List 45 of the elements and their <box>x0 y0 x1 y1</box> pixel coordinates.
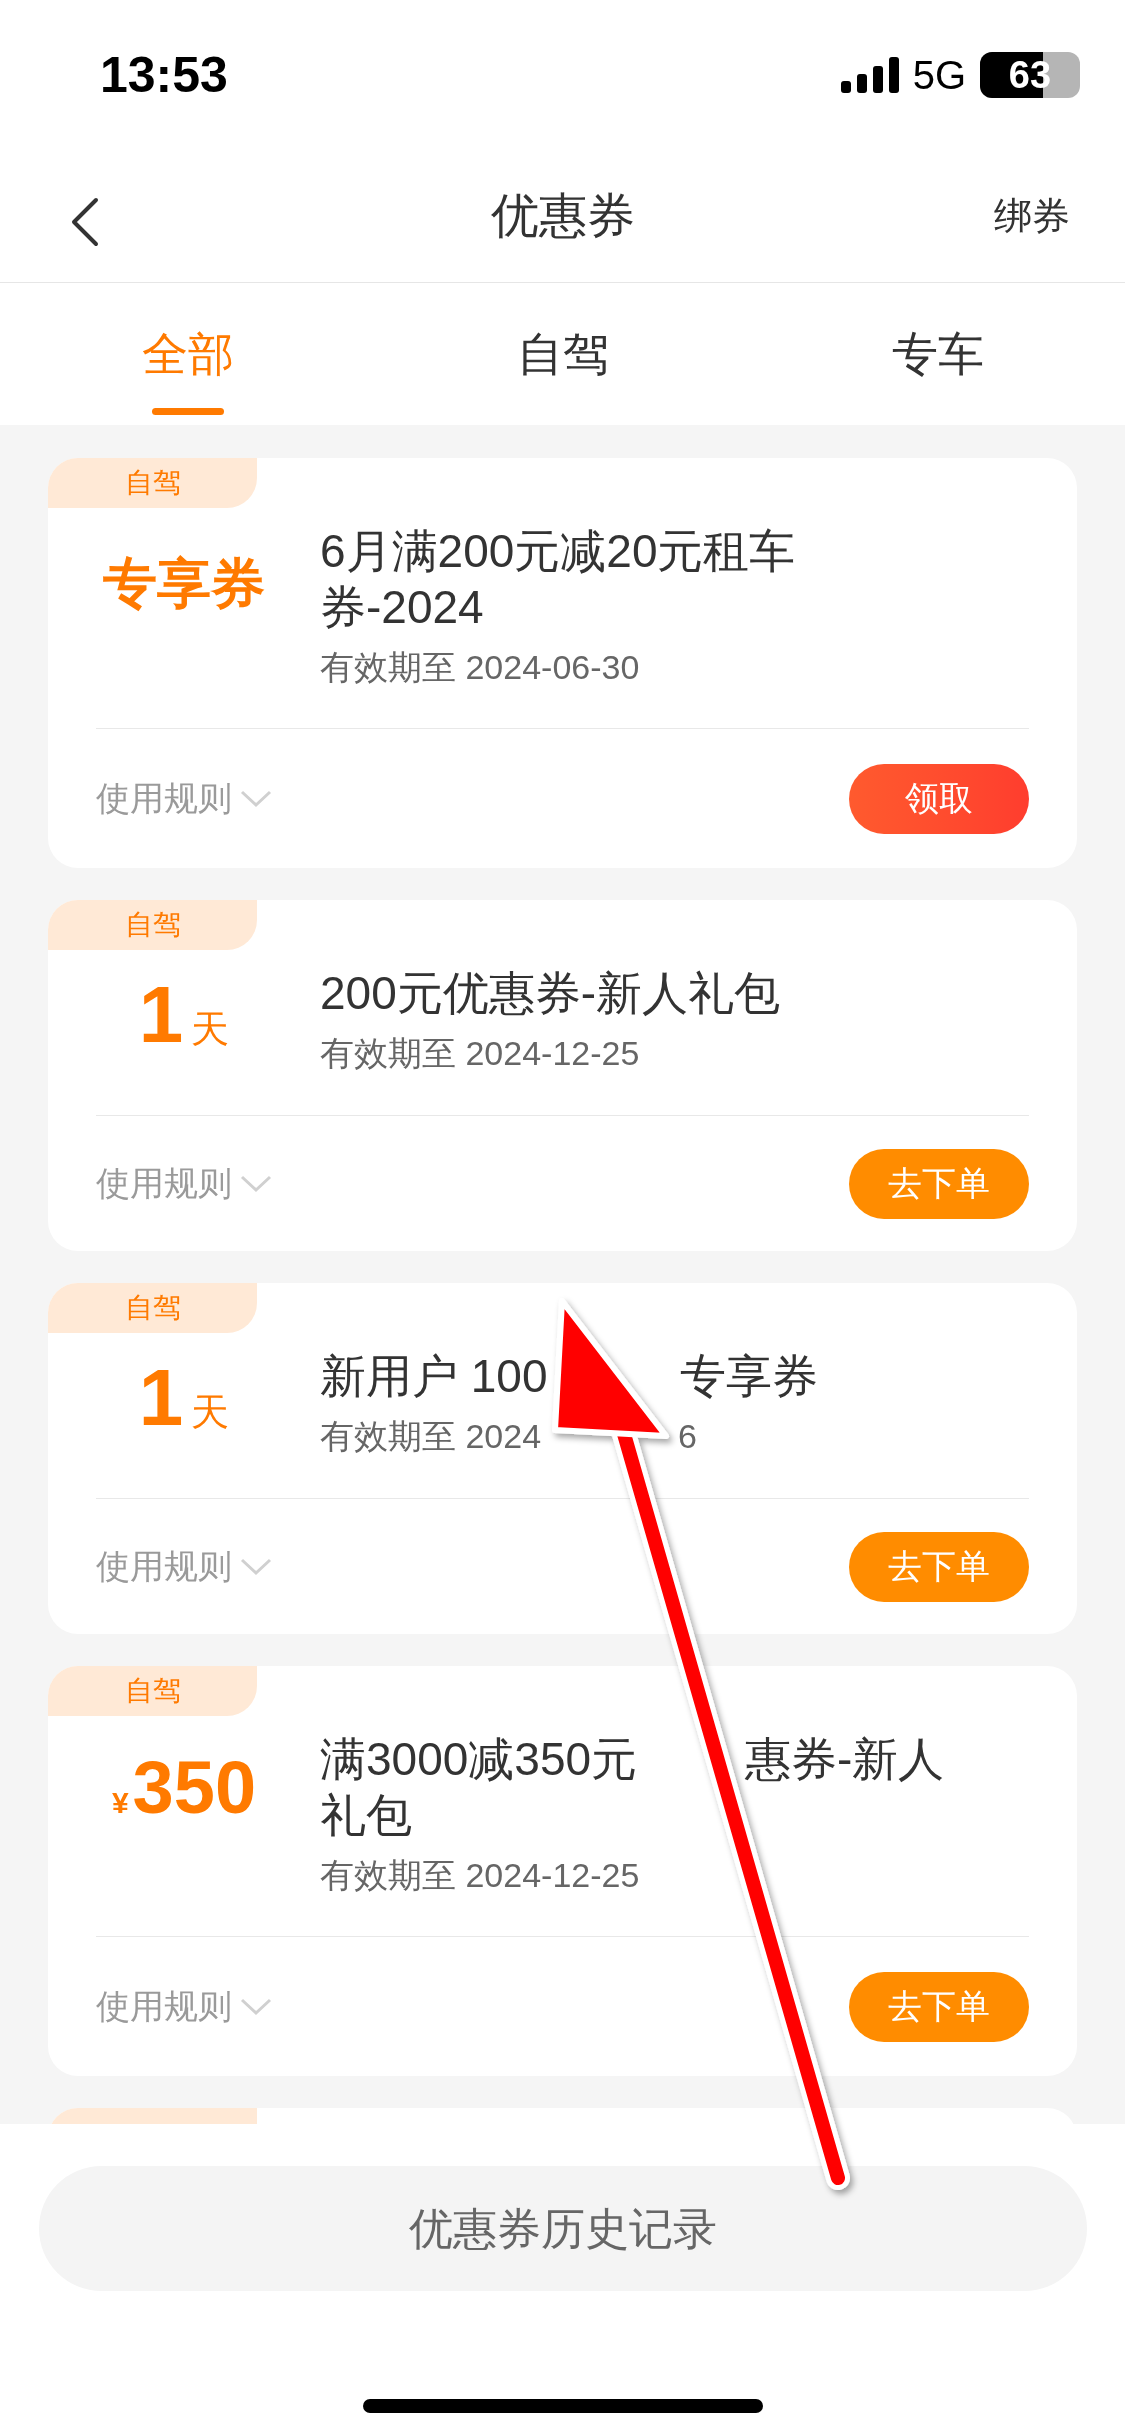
action-button[interactable]: 领取 <box>849 763 1029 834</box>
expiry-date: 有效期至 2024 <box>320 1416 542 1457</box>
category-tag: 自驾 <box>48 458 257 508</box>
action-button[interactable]: 去下单 <box>849 1531 1029 1602</box>
chevron-down-icon <box>240 789 272 808</box>
duration-unit: 天 <box>191 1390 230 1435</box>
status-time: 13:53 <box>100 45 228 105</box>
category-tag: 自驾 <box>48 1666 257 1716</box>
expiry-date: 有效期至 2024-12-25 <box>320 1856 640 1894</box>
signal-icon <box>840 57 899 93</box>
back-icon[interactable] <box>70 197 100 247</box>
bind-coupon-button[interactable]: 绑券 <box>994 187 1070 245</box>
tab[interactable]: 全部 <box>0 283 375 425</box>
coupon-type: 专享券 <box>103 552 265 615</box>
coupon-title: 专享券 <box>680 1349 818 1404</box>
duration-unit: 天 <box>191 1007 230 1052</box>
usage-rules-link[interactable]: 使用规则 <box>96 1158 272 1209</box>
coupon-title: 新用户 100 <box>320 1349 548 1404</box>
usage-rules-link[interactable]: 使用规则 <box>96 773 272 824</box>
coupon-title: 6月满200元减20元租车券-2024 <box>320 525 796 633</box>
coupon-title: 惠券-新人 <box>745 1732 945 1787</box>
chevron-down-icon <box>240 1997 272 2016</box>
amount-value: 350 <box>132 1751 257 1825</box>
usage-rules-link[interactable]: 使用规则 <box>96 1981 272 2032</box>
action-button[interactable]: 去下单 <box>849 1148 1029 1219</box>
action-button[interactable]: 去下单 <box>849 1971 1029 2042</box>
category-tag: 自驾 <box>48 1283 257 1333</box>
duration-value: 1 <box>138 1358 184 1438</box>
coupon-title: 200元优惠券-新人礼包 <box>320 967 781 1019</box>
usage-rules-link[interactable]: 使用规则 <box>96 1541 272 1592</box>
network-label: 5G <box>912 52 966 99</box>
currency-symbol: ¥ <box>111 1785 129 1821</box>
expiry-date: 6 <box>678 1416 697 1457</box>
expiry-date: 有效期至 2024-12-25 <box>320 1034 640 1072</box>
category-tag: 自驾 <box>48 900 257 950</box>
duration-value: 1 <box>138 975 184 1055</box>
chevron-down-icon <box>240 1174 272 1193</box>
coupon-title: 礼包 <box>320 1788 412 1843</box>
coupon-title: 满3000减350元 <box>320 1732 638 1787</box>
page-title: 优惠券 <box>490 188 635 244</box>
chevron-down-icon <box>240 1557 272 1576</box>
tab[interactable]: 自驾 <box>375 283 750 425</box>
coupon-history-button[interactable]: 优惠券历史记录 <box>38 2166 1087 2291</box>
expiry-date: 有效期至 2024-06-30 <box>320 648 640 686</box>
tab[interactable]: 专车 <box>750 283 1125 425</box>
